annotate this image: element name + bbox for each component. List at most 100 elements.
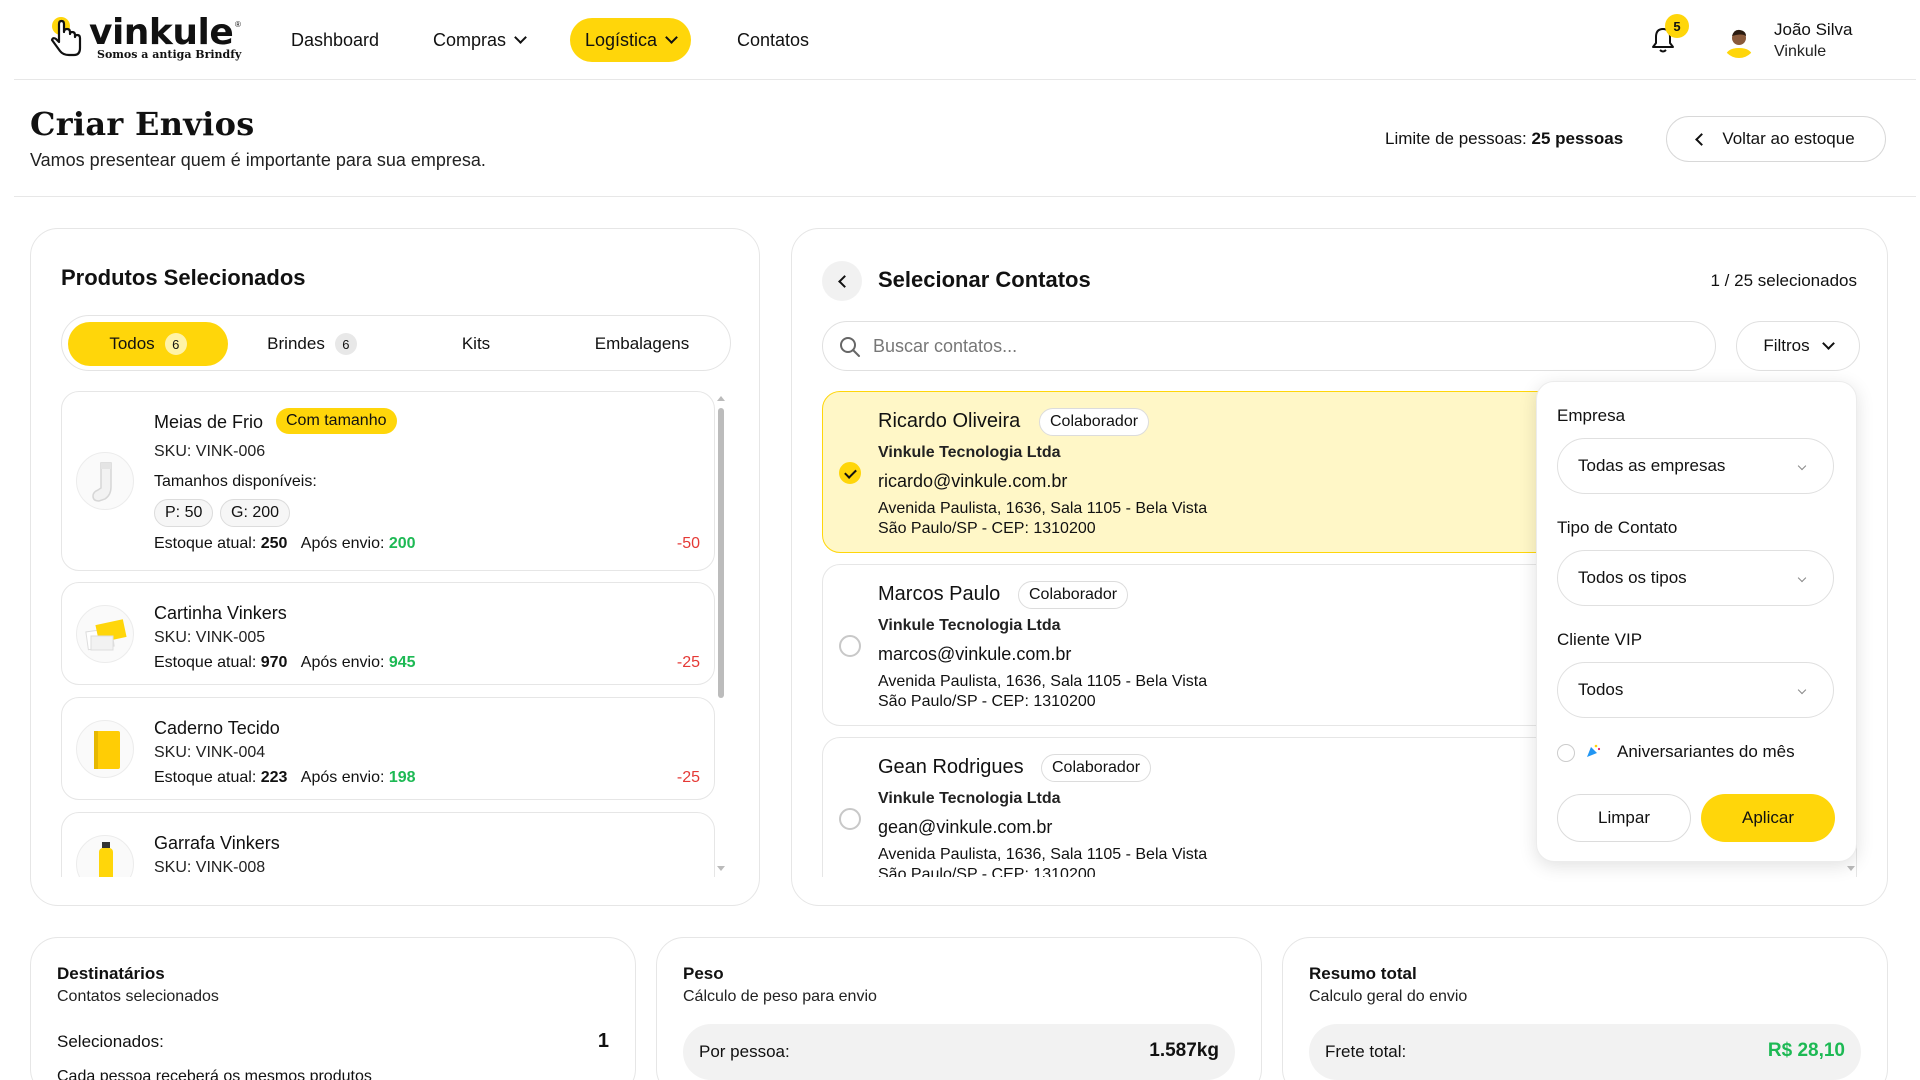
product-item[interactable]: Garrafa Vinkers SKU: VINK-008 — [61, 812, 715, 877]
contacts-back-button[interactable] — [822, 261, 862, 301]
search-icon — [840, 337, 860, 357]
vip-filter-label: Cliente VIP — [1557, 630, 1643, 649]
weight-per-person-value: 1.587kg — [1149, 1040, 1219, 1061]
stock-value: 970 — [260, 654, 288, 671]
contact-type-select[interactable]: Todos os tipos — [1557, 550, 1834, 606]
contact-address-line2: São Paulo/SP - CEP: 1310200 — [878, 520, 1096, 537]
total-subtitle: Calculo geral do envio — [1309, 988, 1468, 1005]
product-item[interactable]: Meias de Frio Com tamanho SKU: VINK-006 … — [61, 391, 715, 571]
contact-company: Vinkule Tecnologia Ltda — [878, 790, 1061, 807]
tab-kits[interactable]: Kits — [396, 322, 556, 366]
stock-value: 250 — [260, 535, 288, 552]
after-label: Após envio: — [300, 654, 385, 671]
total-title: Resumo total — [1309, 964, 1417, 983]
product-item[interactable]: Cartinha Vinkers SKU: VINK-005 Estoque a… — [61, 582, 715, 685]
card-image — [85, 619, 127, 651]
contact-role-badge: Colaborador — [1041, 754, 1152, 782]
nav-logistica[interactable]: Logística — [570, 18, 692, 62]
apply-filters-button[interactable]: Aplicar — [1701, 794, 1835, 842]
clear-filters-button[interactable]: Limpar — [1557, 794, 1691, 842]
scroll-up-arrow[interactable] — [717, 396, 725, 401]
nav-compras[interactable]: Compras — [418, 18, 540, 62]
contact-checkbox[interactable] — [839, 462, 861, 484]
shipping-total-value: R$ 28,10 — [1767, 1040, 1845, 1061]
contact-role-badge: Colaborador — [1039, 408, 1150, 436]
contact-company: Vinkule Tecnologia Ltda — [878, 444, 1061, 461]
product-thumbnail — [76, 605, 134, 663]
birthday-checkbox[interactable] — [1557, 744, 1575, 762]
vip-filter-select[interactable]: Todos — [1557, 662, 1834, 718]
recipients-title: Destinatários — [57, 964, 165, 983]
product-list-scrollbar[interactable] — [718, 408, 724, 698]
back-to-stock-button[interactable]: Voltar ao estoque — [1666, 116, 1886, 162]
after-label: Após envio: — [300, 535, 385, 552]
tab-brindes-label: Brindes — [267, 334, 325, 353]
size-tag-badge: Com tamanho — [276, 408, 397, 434]
registered-mark: ® — [235, 20, 241, 29]
product-thumbnail — [76, 835, 134, 877]
search-input[interactable] — [873, 322, 1693, 370]
recipients-selected-value: 1 — [597, 1030, 609, 1052]
contact-type-label: Tipo de Contato — [1557, 518, 1678, 537]
contact-role-badge: Colaborador — [1018, 581, 1129, 609]
product-name: Meias de Frio — [154, 412, 264, 432]
page-title: Criar Envios — [30, 105, 255, 143]
product-category-tabs: Todos 6 Brindes 6 Kits Embalagens — [61, 315, 731, 371]
nav-dashboard[interactable]: Dashboard — [276, 18, 394, 62]
company-filter-select[interactable]: Todas as empresas — [1557, 438, 1834, 494]
product-item[interactable]: Caderno Tecido SKU: VINK-004 Estoque atu… — [61, 697, 715, 800]
nav-contatos[interactable]: Contatos — [722, 18, 824, 62]
contact-company: Vinkule Tecnologia Ltda — [878, 617, 1061, 634]
company-filter-value: Todas as empresas — [1578, 456, 1726, 475]
weight-summary-card: Peso Cálculo de peso para envio Por pess… — [656, 937, 1262, 1080]
after-value: 945 — [388, 654, 416, 671]
contact-address-line1: Avenida Paulista, 1636, Sala 1105 - Bela… — [878, 846, 1208, 863]
products-card-title: Produtos Selecionados — [61, 265, 306, 290]
contacts-scroll-down-arrow[interactable] — [1847, 866, 1855, 871]
tab-brindes[interactable]: Brindes 6 — [232, 322, 392, 366]
recipients-subtitle: Contatos selecionados — [57, 988, 219, 1005]
user-avatar-image — [1722, 24, 1756, 58]
total-summary-card: Resumo total Calculo geral do envio Fret… — [1282, 937, 1888, 1080]
vinkule-logo[interactable]: vinkule ® Somos a antiga Brindfy — [47, 12, 247, 66]
filters-button[interactable]: Filtros — [1736, 321, 1860, 371]
recipients-selected-label: Selecionados: — [57, 1032, 164, 1051]
user-organization: Vinkule — [1774, 43, 1827, 60]
product-name: Garrafa Vinkers — [154, 833, 280, 853]
tab-todos[interactable]: Todos 6 — [68, 322, 228, 366]
tab-embalagens[interactable]: Embalagens — [560, 322, 724, 366]
stock-label: Estoque atual: — [154, 769, 257, 786]
logo-wordmark: vinkule — [89, 12, 234, 53]
sizes-label: Tamanhos disponíveis: — [154, 473, 317, 490]
after-value: 200 — [388, 535, 416, 552]
contacts-card-title: Selecionar Contatos — [878, 267, 1091, 292]
nav-contatos-label: Contatos — [737, 29, 810, 50]
stock-label: Estoque atual: — [154, 535, 257, 552]
contact-email: marcos@vinkule.com.br — [878, 644, 1072, 664]
contact-checkbox[interactable] — [839, 635, 861, 657]
tab-todos-count: 6 — [164, 333, 187, 355]
user-name: João Silva — [1774, 20, 1853, 39]
vip-filter-value: Todos — [1578, 680, 1624, 699]
product-stock: Estoque atual: 970 Após envio: 945 — [154, 654, 416, 672]
back-to-stock-label: Voltar ao estoque — [1722, 129, 1855, 148]
scroll-down-arrow[interactable] — [717, 866, 725, 871]
page-subtitle: Vamos presentear quem é importante para … — [30, 150, 486, 170]
weight-subtitle: Cálculo de peso para envio — [683, 988, 877, 1005]
product-sku: SKU: VINK-006 — [154, 443, 266, 460]
tab-kits-label: Kits — [461, 334, 491, 353]
chevron-down-icon — [1821, 337, 1835, 350]
shipping-total-label: Frete total: — [1325, 1042, 1407, 1061]
contact-checkbox[interactable] — [839, 808, 861, 830]
logo-tagline: Somos a antiga Brindfy — [97, 48, 242, 61]
stock-delta: -25 — [676, 654, 700, 671]
chevron-down-icon — [665, 31, 678, 44]
product-name: Caderno Tecido — [154, 718, 280, 738]
contact-address-line1: Avenida Paulista, 1636, Sala 1105 - Bela… — [878, 500, 1208, 517]
tab-brindes-count: 6 — [334, 333, 357, 355]
user-avatar[interactable] — [1722, 24, 1756, 58]
nav-logistica-label: Logística — [585, 29, 658, 50]
people-limit: Limite de pessoas: 25 pessoas — [1385, 129, 1623, 149]
people-limit-value: 25 pessoas — [1531, 129, 1624, 148]
contact-email: gean@vinkule.com.br — [878, 817, 1053, 837]
